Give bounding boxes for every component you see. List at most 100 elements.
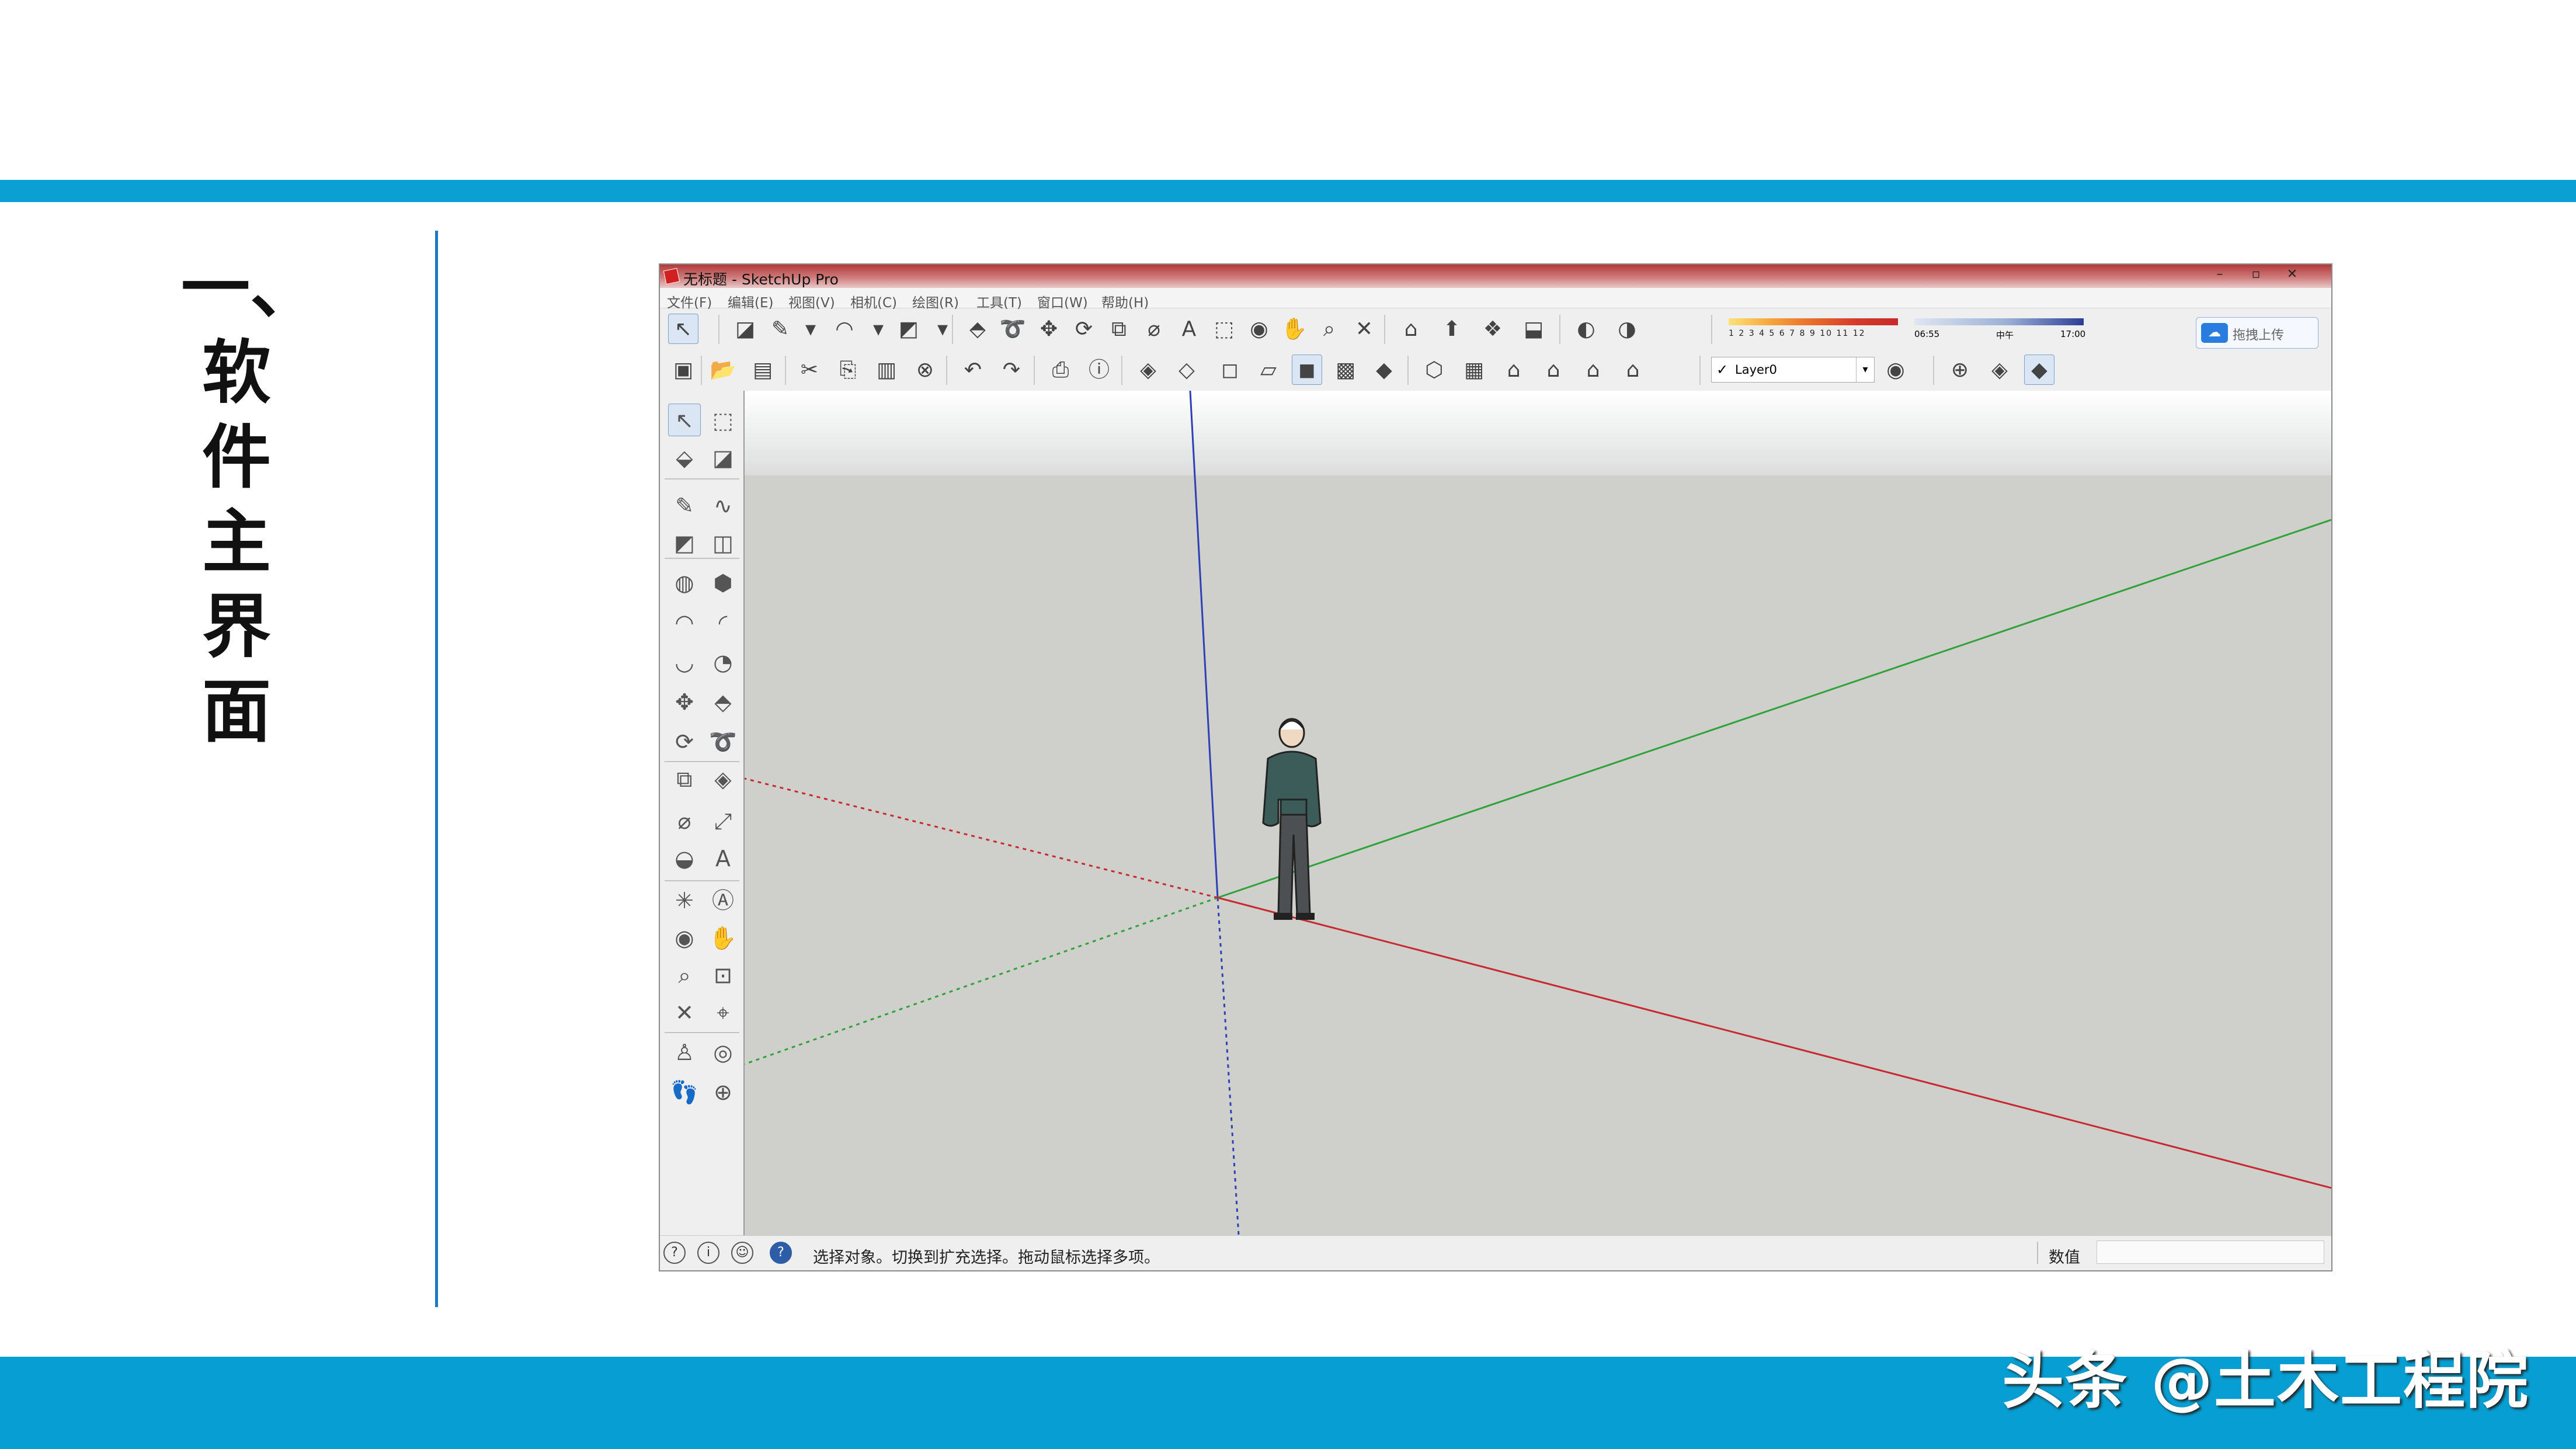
menu-view[interactable]: 视图(V)	[788, 291, 835, 311]
layer-select[interactable]: ✓ Layer0 ▾	[1711, 357, 1875, 383]
orbit-icon[interactable]: ◉	[668, 921, 701, 954]
back-edges-icon[interactable]: ◇	[1171, 355, 1202, 385]
credits-icon[interactable]: i	[697, 1242, 719, 1264]
position-camera-icon[interactable]: ♙	[668, 1036, 701, 1068]
zoom-window-icon[interactable]: ⊡	[707, 958, 739, 991]
zoom-extents-icon[interactable]: ✕	[1349, 314, 1379, 344]
arc-icon[interactable]: ◠	[668, 606, 701, 638]
menu-draw[interactable]: 绘图(R)	[912, 291, 959, 311]
save-icon[interactable]: ▤	[748, 355, 778, 385]
components-icon[interactable]: ❖	[1478, 314, 1508, 344]
right-view-icon[interactable]: ⌂	[1538, 355, 1569, 385]
model-info-icon[interactable]: ⓘ	[1084, 355, 1114, 385]
pan-icon[interactable]: ✋	[1279, 314, 1309, 344]
pan-icon[interactable]: ✋	[707, 921, 739, 954]
offset-icon[interactable]: ◈	[707, 762, 739, 795]
shaded-textures-icon[interactable]: ▩	[1330, 355, 1361, 385]
rotate-icon[interactable]: ⟳	[668, 725, 701, 757]
shadow-time-slider[interactable]: 06:55 中午 17:00	[1914, 315, 2085, 340]
push-pull-icon[interactable]: ⬘	[962, 314, 993, 344]
geolocation-icon[interactable]: ?	[663, 1242, 686, 1264]
layer-manager-icon[interactable]: ◉	[1880, 355, 1911, 385]
back-view-icon[interactable]: ⌂	[1578, 355, 1608, 385]
shaded-icon[interactable]: ◼	[1292, 355, 1322, 385]
polygon-icon[interactable]: ⬢	[707, 566, 739, 599]
3d-text-icon[interactable]: Ⓐ	[707, 884, 739, 916]
help-icon[interactable]: ?	[770, 1242, 792, 1264]
rectangle-icon[interactable]: ◩	[668, 526, 701, 559]
scale-icon[interactable]: ⧉	[668, 762, 701, 795]
line-icon[interactable]: ✎	[668, 489, 701, 522]
dropdown-arrow-icon[interactable]: ▾	[795, 314, 826, 344]
undo-icon[interactable]: ↶	[958, 355, 988, 385]
paste-icon[interactable]: ▥	[871, 355, 902, 385]
push-pull-icon[interactable]: ⬘	[707, 685, 739, 718]
arc-3-icon[interactable]: ◡	[668, 645, 701, 678]
delete-icon[interactable]: ⊗	[910, 355, 940, 385]
shadows-toggle-icon[interactable]: ◐	[1571, 314, 1601, 344]
walk-icon[interactable]: 👣	[668, 1075, 701, 1108]
follow-me-icon[interactable]: ➰	[707, 725, 739, 757]
top-view-icon[interactable]: ▦	[1459, 355, 1489, 385]
arc-2-icon[interactable]: ◜	[707, 606, 739, 638]
pie-icon[interactable]: ◔	[707, 645, 739, 678]
restore-button[interactable]: ▫	[2238, 267, 2274, 282]
zoom-extents-icon[interactable]: ✕	[668, 996, 701, 1028]
extension-icon[interactable]: ⬓	[1518, 314, 1549, 344]
open-file-icon[interactable]: 📂	[708, 355, 738, 385]
close-button[interactable]: ✕	[2274, 267, 2310, 282]
cut-icon[interactable]: ✂	[794, 355, 825, 385]
previous-view-icon[interactable]: ⌖	[707, 996, 739, 1028]
select-icon[interactable]: ↖	[668, 314, 698, 344]
tape-measure-icon[interactable]: ⌀	[1139, 314, 1169, 344]
wireframe-icon[interactable]: ◻	[1215, 355, 1245, 385]
follow-me-icon[interactable]: ➰	[997, 314, 1028, 344]
select-icon[interactable]: ↖	[668, 404, 701, 436]
circle-icon[interactable]: ◍	[668, 566, 701, 599]
menu-help[interactable]: 帮助(H)	[1101, 291, 1149, 311]
paint-bucket-icon[interactable]: ⬚	[1209, 314, 1239, 344]
look-around-icon[interactable]: ◎	[707, 1036, 739, 1068]
text-icon[interactable]: A	[1174, 314, 1204, 344]
move-icon[interactable]: ✥	[1034, 314, 1064, 344]
window-titlebar[interactable]: 无标题 - SketchUp Pro – ▫ ✕	[660, 265, 2331, 288]
drawing-viewport[interactable]	[745, 391, 2331, 1235]
menu-edit[interactable]: 编辑(E)	[728, 291, 773, 311]
zoom-icon[interactable]: ⌕	[1314, 314, 1344, 344]
print-icon[interactable]: ⎙	[1045, 355, 1076, 385]
menu-tools[interactable]: 工具(T)	[976, 291, 1022, 311]
minimize-button[interactable]: –	[2202, 267, 2238, 282]
eraser-icon[interactable]: ◪	[730, 314, 760, 344]
fog-icon[interactable]: ◑	[1612, 314, 1642, 344]
scale-icon[interactable]: ⧉	[1104, 314, 1134, 344]
monochrome-icon[interactable]: ◆	[1369, 355, 1399, 385]
rotate-icon[interactable]: ⟳	[1069, 314, 1099, 344]
zoom-icon[interactable]: ⌕	[668, 958, 701, 991]
rotated-rectangle-icon[interactable]: ◫	[707, 526, 739, 559]
section-plane-icon[interactable]: ⊕	[707, 1075, 739, 1108]
dropdown-arrow-icon[interactable]: ▾	[927, 314, 958, 344]
dropdown-arrow-icon[interactable]: ▾	[863, 314, 894, 344]
xray-icon[interactable]: ◈	[1133, 355, 1163, 385]
left-view-icon[interactable]: ⌂	[1618, 355, 1648, 385]
orbit-icon[interactable]: ◉	[1244, 314, 1274, 344]
chevron-down-icon[interactable]: ▾	[1856, 357, 1874, 382]
axes-icon[interactable]: ✳	[668, 884, 701, 916]
freehand-icon[interactable]: ∿	[707, 489, 739, 522]
eraser-icon[interactable]: ◪	[707, 441, 739, 474]
upload-button[interactable]: ☁ 拖拽上传	[2196, 317, 2318, 349]
arc-icon[interactable]: ◠	[829, 314, 860, 344]
paint-bucket-icon[interactable]: ⬙	[668, 441, 701, 474]
tape-measure-icon[interactable]: ⌀	[668, 804, 701, 837]
rectangle-icon[interactable]: ◩	[894, 314, 924, 344]
pencil-icon[interactable]: ✎	[765, 314, 795, 344]
share-model-icon[interactable]: ⬆	[1437, 314, 1467, 344]
hidden-line-icon[interactable]: ▱	[1253, 355, 1284, 385]
front-view-icon[interactable]: ⌂	[1499, 355, 1529, 385]
make-component-icon[interactable]: ⬚	[707, 404, 739, 436]
menu-camera[interactable]: 相机(C)	[850, 291, 897, 311]
dimension-icon[interactable]: ⤢	[707, 804, 739, 837]
new-file-icon[interactable]: ▣	[668, 355, 698, 385]
shadow-date-slider[interactable]: 1 2 3 4 5 6 7 8 9 10 11 12	[1729, 315, 1898, 340]
text-icon[interactable]: A	[707, 842, 739, 874]
